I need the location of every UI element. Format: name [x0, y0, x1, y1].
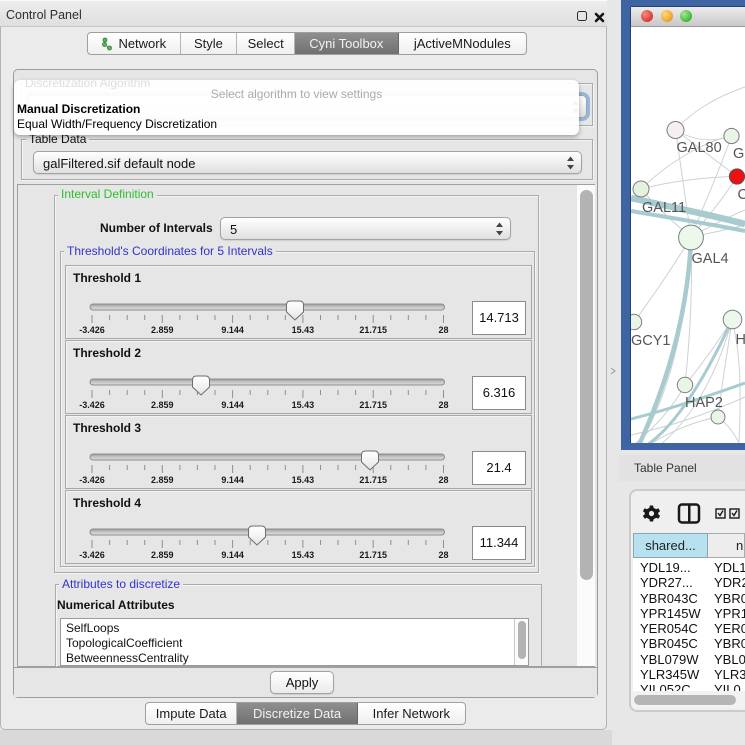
svg-text:GAL4: GAL4: [692, 251, 729, 267]
svg-text:C: C: [738, 187, 745, 203]
svg-text:H: H: [736, 332, 745, 348]
svg-text:GCY1: GCY1: [631, 333, 671, 349]
svg-text:HAP2: HAP2: [685, 395, 723, 411]
svg-text:GAL11: GAL11: [642, 200, 686, 216]
svg-text:G.: G.: [733, 146, 745, 162]
svg-text:GAL80: GAL80: [677, 140, 722, 156]
